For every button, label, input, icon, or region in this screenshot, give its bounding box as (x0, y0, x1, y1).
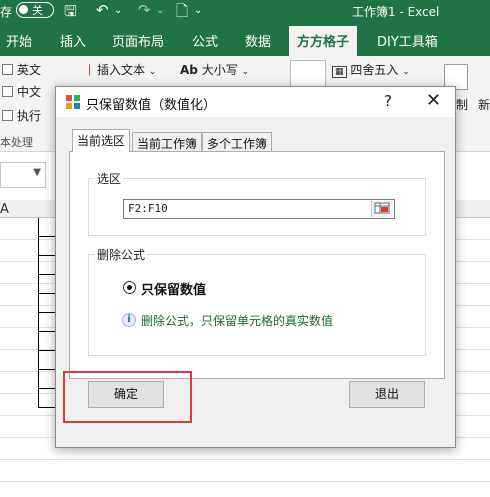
tab-fangfang-gezi[interactable]: 方方格子 (289, 26, 358, 56)
help-button[interactable]: ? (384, 92, 392, 110)
checkbox-box (2, 86, 13, 97)
insert-text-label: 插入文本 (97, 63, 146, 77)
excel-title-bar: 存 关 🖫 ↶ ⌄ ↷ ⌄ 🗋 ⌄ 工作簿1 - Excel (0, 0, 490, 22)
redo-dropdown-icon[interactable]: ⌄ (156, 5, 164, 16)
name-box[interactable]: ▼ (0, 162, 46, 188)
ribbon-right-label-1[interactable]: 制 (456, 96, 468, 113)
round-button[interactable]: ▦ 四舍五入 ⌄ (332, 61, 410, 78)
autosave-toggle[interactable]: 关 (16, 2, 54, 18)
keep-values-radio[interactable] (123, 281, 136, 294)
tab-current-selection[interactable]: 当前选区 (72, 129, 131, 152)
tab-home[interactable]: 开始 (6, 31, 32, 50)
tab-current-workbook[interactable]: 当前工作簿 (132, 132, 203, 151)
delete-formula-group: 删除公式 只保留数值 i 删除公式，只保留单元格的真实数值 (88, 246, 426, 356)
ribbon-tabs: 开始 插入 页面布局 公式 数据 方方格子 DIY工具箱 (0, 22, 490, 56)
tab-diy-toolbox[interactable]: DIY工具箱 (377, 31, 438, 50)
range-value: F2:F10 (128, 202, 168, 215)
selection-group: 选区 F2:F10 (88, 170, 426, 236)
execute-label: 执行 (17, 109, 42, 123)
toggle-knob (19, 5, 28, 14)
redo-icon[interactable]: ↷ (138, 1, 151, 19)
info-icon: i (122, 313, 136, 327)
case-icon: Ab (180, 63, 198, 77)
ok-button-highlight (63, 371, 192, 423)
round-label: 四舍五入 (350, 63, 399, 77)
toggle-label: 关 (32, 4, 43, 17)
keep-values-radio-label[interactable]: 只保留数值 (141, 279, 206, 298)
grid-row[interactable] (0, 460, 490, 482)
tab-page: 选区 F2:F10 删除公式 只保留数值 i 删除公式，只保留单元格的真实数值 (69, 151, 445, 379)
undo-dropdown-icon[interactable]: ⌄ (114, 5, 122, 16)
ribbon-group-label: 本处理 (0, 136, 33, 149)
close-button[interactable]: ✕ (426, 90, 441, 111)
case-button[interactable]: Ab 大小写 ⌄ (180, 61, 249, 78)
chevron-down-icon: ⌄ (402, 67, 410, 77)
round-icon: ▦ (332, 66, 347, 78)
exit-button[interactable]: 退出 (349, 381, 425, 408)
dialog-title: 只保留数值（数值化） (86, 98, 217, 113)
case-label: 大小写 (201, 63, 238, 77)
app-icon (66, 95, 80, 109)
english-label: 英文 (17, 63, 42, 77)
insert-text-button[interactable]: ᛁ 插入文本 ⌄ (86, 61, 156, 78)
range-input[interactable]: F2:F10 (123, 199, 395, 219)
chevron-down-icon: ⌄ (148, 67, 157, 77)
checkbox-box (2, 64, 13, 75)
insert-text-icon: ᛁ (86, 63, 94, 77)
tab-insert[interactable]: 插入 (60, 31, 86, 50)
range-picker-glyph (374, 202, 390, 214)
chinese-label: 中文 (17, 85, 42, 99)
customize-dropdown-icon[interactable]: ⌄ (194, 5, 202, 16)
execute-button[interactable]: 执行 (2, 107, 41, 124)
radio-dot (127, 285, 132, 290)
chevron-down-icon: ⌄ (241, 67, 250, 77)
undo-icon[interactable]: ↶ (96, 1, 109, 19)
chinese-checkbox[interactable]: 中文 (2, 83, 41, 100)
info-text: 删除公式，只保留单元格的真实数值 (141, 314, 334, 328)
checkbox-box (2, 110, 13, 121)
document-title: 工作簿1 - Excel (352, 5, 440, 19)
selection-group-title: 选区 (95, 170, 124, 187)
tab-multiple-workbooks[interactable]: 多个工作簿 (202, 132, 273, 151)
dialog-title-bar: 只保留数值（数值化） ? ✕ (56, 87, 455, 117)
range-picker-icon[interactable] (371, 201, 393, 217)
tab-page-layout[interactable]: 页面布局 (112, 31, 164, 50)
tab-data[interactable]: 数据 (245, 31, 271, 50)
ribbon-right-label-2[interactable]: 新 (478, 96, 490, 113)
tab-formulas[interactable]: 公式 (192, 31, 218, 50)
chevron-down-icon: ▼ (33, 167, 41, 178)
english-checkbox[interactable]: 英文 (2, 61, 41, 78)
delete-formula-group-title: 删除公式 (95, 246, 148, 263)
autosave-label: 存 (0, 5, 13, 19)
column-header-a[interactable]: A (0, 202, 9, 217)
